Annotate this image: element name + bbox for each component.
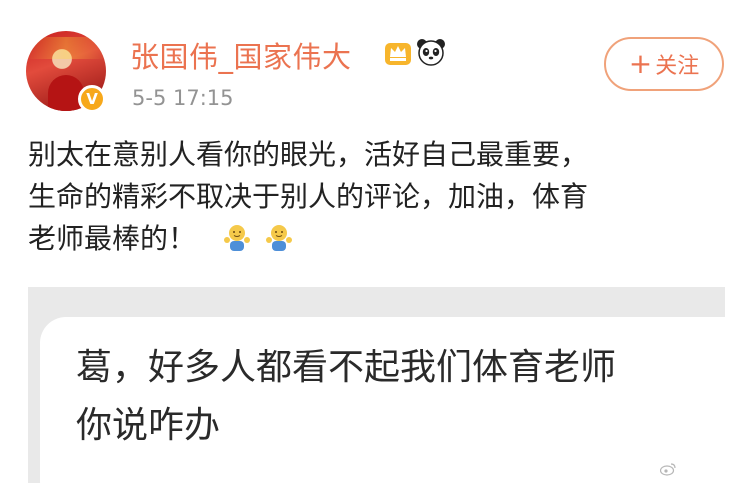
post-body: 别太在意别人看你的眼光，活好自己最重要， 生命的精彩不取决于别人的评论，加油，体… <box>28 134 728 260</box>
follow-button[interactable]: + 关注 <box>604 37 724 91</box>
follow-label: 关注 <box>655 54 700 79</box>
chat-message-line: 你说咋办 <box>76 405 221 446</box>
post-timestamp: 5-5 17:15 <box>132 86 234 110</box>
plus-icon: + <box>628 47 653 80</box>
waving-person-emoji-icon <box>266 225 293 251</box>
post-text-line: 老师最棒的！ <box>28 222 197 255</box>
author-name[interactable]: 张国伟_国家伟大 <box>130 34 352 76</box>
post-header: V 张国伟_国家伟大 5-5 17:15 + 关注 <box>0 0 750 120</box>
verified-badge-icon: V <box>78 85 106 113</box>
avatar-flag <box>26 37 106 59</box>
weibo-watermark <box>660 462 750 483</box>
chat-message: 葛，好多人都看不起我们体育老师 你说咋办 <box>76 339 725 455</box>
chat-bubble-tail <box>40 369 54 393</box>
chat-message-line: 葛，好多人都看不起我们体育老师 <box>76 347 617 388</box>
post-text-line: 生命的精彩不取决于别人的评论，加油，体育 <box>28 180 589 213</box>
crown-icon <box>385 43 411 65</box>
post-image[interactable]: 葛，好多人都看不起我们体育老师 你说咋办 <box>28 287 725 483</box>
post-text-line-last: 老师最棒的！ <box>28 218 728 260</box>
post-text-line: 别太在意别人看你的眼光，活好自己最重要， <box>28 138 589 171</box>
panda-icon <box>417 39 445 66</box>
weibo-logo-icon <box>660 463 676 476</box>
waving-person-emoji-icon <box>224 225 251 251</box>
